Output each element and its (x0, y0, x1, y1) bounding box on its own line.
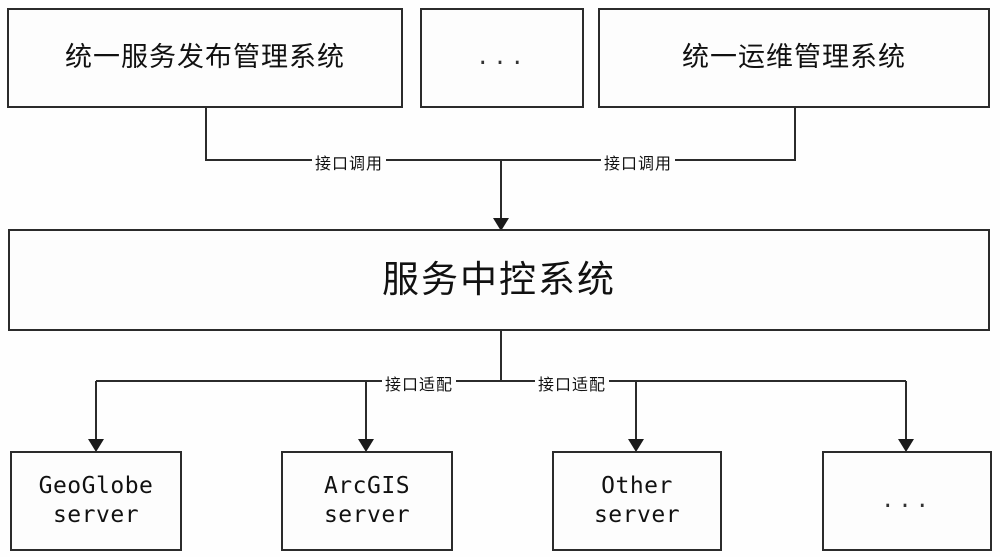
node-label: ArcGIS server (323, 473, 411, 528)
architecture-diagram: 统一服务发布管理系统 ... 统一运维管理系统 接口调用 接口调用 服务中控系统… (0, 0, 1000, 557)
node-unified-service-publish-system[interactable]: 统一服务发布管理系统 (7, 8, 403, 108)
node-label: ... (881, 488, 933, 514)
edge-label-upper-left: 接口调用 (312, 150, 387, 174)
node-service-control-center[interactable]: 服务中控系统 (8, 229, 990, 331)
node-label: 统一服务发布管理系统 (65, 42, 345, 74)
wire-upper-bus (205, 107, 796, 161)
node-label: GeoGlobe server (38, 473, 154, 528)
node-other-server[interactable]: Other server (552, 451, 722, 551)
node-label: 服务中控系统 (382, 257, 616, 301)
node-arcgis-server[interactable]: ArcGIS server (281, 451, 453, 551)
node-bottom-ellipsis[interactable]: ... (822, 451, 992, 551)
node-top-ellipsis[interactable]: ... (420, 8, 584, 108)
node-geoglobe-server[interactable]: GeoGlobe server (10, 451, 182, 551)
node-unified-ops-management-system[interactable]: 统一运维管理系统 (598, 8, 990, 108)
node-label: 统一运维管理系统 (682, 42, 906, 74)
edge-label-upper-right: 接口调用 (601, 150, 676, 174)
node-label: ... (476, 45, 528, 71)
edge-label-lower-right: 接口适配 (535, 371, 610, 395)
node-label: Other server (593, 473, 681, 528)
edge-label-lower-left: 接口适配 (382, 371, 457, 395)
